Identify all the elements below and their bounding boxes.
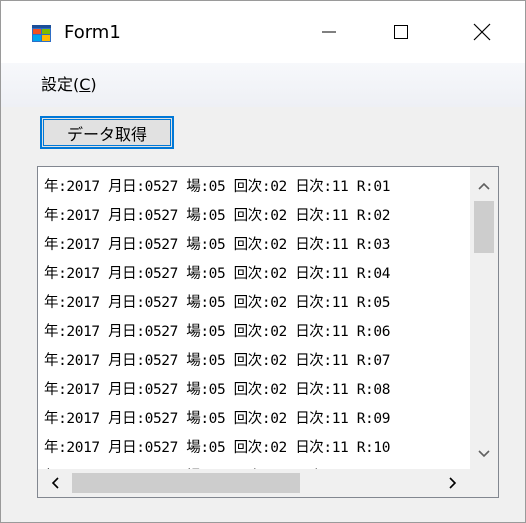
list-item[interactable]: 年:2017 月日:0527 場:05 回次:02 日次:11 R:10 [44,434,474,463]
vertical-scrollbar[interactable] [470,167,498,469]
menu-bar: 設定(C) [1,63,525,107]
minimize-button[interactable] [302,1,356,63]
menu-mnemonic: C [79,75,91,94]
scrollbar-corner [470,469,498,497]
title-bar[interactable]: Form1 [1,1,525,63]
chevron-up-icon [478,175,490,194]
list-item[interactable]: 年:2017 月日:0527 場:05 回次:02 日次:11 R:01 [44,173,474,202]
get-data-label: データ取得 [66,124,147,144]
scroll-right-button[interactable] [436,469,470,497]
chevron-right-icon [449,474,457,493]
horizontal-scroll-thumb[interactable] [72,473,300,493]
menu-label-prefix: 設定( [41,75,80,94]
list-items: 年:2017 月日:0527 場:05 回次:02 日次:11 R:01 年:2… [44,173,474,475]
list-item[interactable]: 年:2017 月日:0527 場:05 回次:02 日次:11 R:09 [44,405,474,434]
menu-label-suffix: ) [90,75,97,94]
vertical-scroll-thumb[interactable] [474,201,494,253]
chevron-down-icon [478,443,490,462]
form-window: Form1 設定(C) データ取得 年:2017 月日:0527 場:05 回次… [0,0,526,523]
scroll-up-button[interactable] [470,167,498,201]
menu-item-settings[interactable]: 設定(C) [41,75,97,95]
horizontal-scrollbar[interactable] [38,469,470,497]
scroll-left-button[interactable] [38,469,72,497]
list-item[interactable]: 年:2017 月日:0527 場:05 回次:02 日次:11 R:03 [44,231,474,260]
windows-form-icon [32,25,51,42]
list-item[interactable]: 年:2017 月日:0527 場:05 回次:02 日次:11 R:08 [44,376,474,405]
data-listbox[interactable]: 年:2017 月日:0527 場:05 回次:02 日次:11 R:01 年:2… [37,166,499,498]
minimize-icon [321,24,337,40]
maximize-button[interactable] [374,1,428,63]
window-title: Form1 [64,22,121,43]
list-item[interactable]: 年:2017 月日:0527 場:05 回次:02 日次:11 R:04 [44,260,474,289]
maximize-icon [393,24,409,40]
close-button[interactable] [455,1,509,63]
close-icon [473,23,491,41]
scroll-down-button[interactable] [470,435,498,469]
get-data-button[interactable]: データ取得 [40,116,174,149]
list-item[interactable]: 年:2017 月日:0527 場:05 回次:02 日次:11 R:02 [44,202,474,231]
list-item[interactable]: 年:2017 月日:0527 場:05 回次:02 日次:11 R:05 [44,289,474,318]
list-item[interactable]: 年:2017 月日:0527 場:05 回次:02 日次:11 R:06 [44,318,474,347]
list-item[interactable]: 年:2017 月日:0527 場:05 回次:02 日次:11 R:07 [44,347,474,376]
chevron-left-icon [51,474,59,493]
